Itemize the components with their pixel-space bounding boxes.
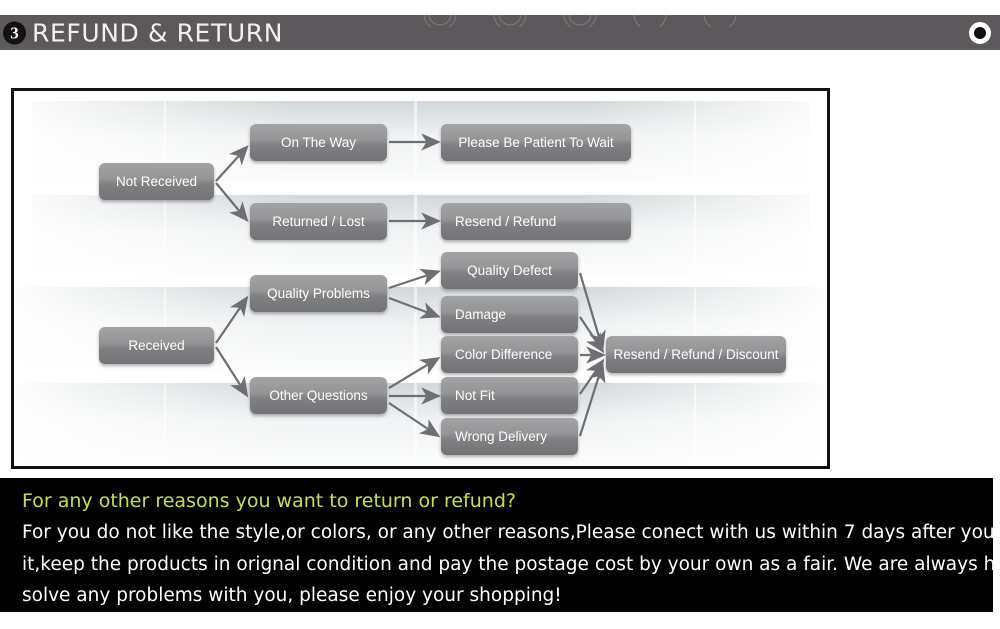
note-line: For you do not like the style,or colors,…	[22, 522, 1000, 543]
node-color-difference[interactable]: Color Difference	[441, 336, 578, 373]
page-title: REFUND & RETURN	[32, 18, 283, 47]
header-texture-decoration	[423, 15, 737, 27]
node-on-the-way[interactable]: On The Way	[250, 124, 387, 161]
node-wrong-delivery[interactable]: Wrong Delivery	[441, 418, 578, 455]
flowchart-connectors	[215, 133, 606, 438]
node-resend-refund[interactable]: Resend / Refund	[441, 203, 631, 240]
node-returned-lost[interactable]: Returned / Lost	[250, 203, 387, 240]
step-number-badge: 3	[3, 21, 26, 44]
note-line: it,keep the products in orignal conditio…	[22, 553, 1000, 575]
node-resend-refund-discount[interactable]: Resend / Refund / Discount	[606, 336, 786, 373]
node-not-received[interactable]: Not Received	[99, 163, 214, 200]
node-be-patient[interactable]: Please Be Patient To Wait	[441, 124, 631, 161]
node-other-questions[interactable]: Other Questions	[250, 377, 387, 414]
note-heading: For any other reasons you want to return…	[22, 490, 516, 512]
circle-dot-icon	[969, 21, 991, 44]
node-quality-problems[interactable]: Quality Problems	[250, 275, 387, 312]
section-header-bar: 3 REFUND & RETURN	[0, 15, 1000, 50]
flowchart-panel: Not Received On The Way Returned / Lost …	[11, 88, 830, 469]
node-quality-defect[interactable]: Quality Defect	[441, 252, 578, 289]
refund-policy-note: For any other reasons you want to return…	[0, 478, 1000, 612]
note-line: solve any problems with you, please enjo…	[22, 585, 562, 606]
node-not-fit[interactable]: Not Fit	[441, 377, 578, 414]
node-damage[interactable]: Damage	[441, 296, 578, 333]
node-received[interactable]: Received	[99, 327, 214, 364]
